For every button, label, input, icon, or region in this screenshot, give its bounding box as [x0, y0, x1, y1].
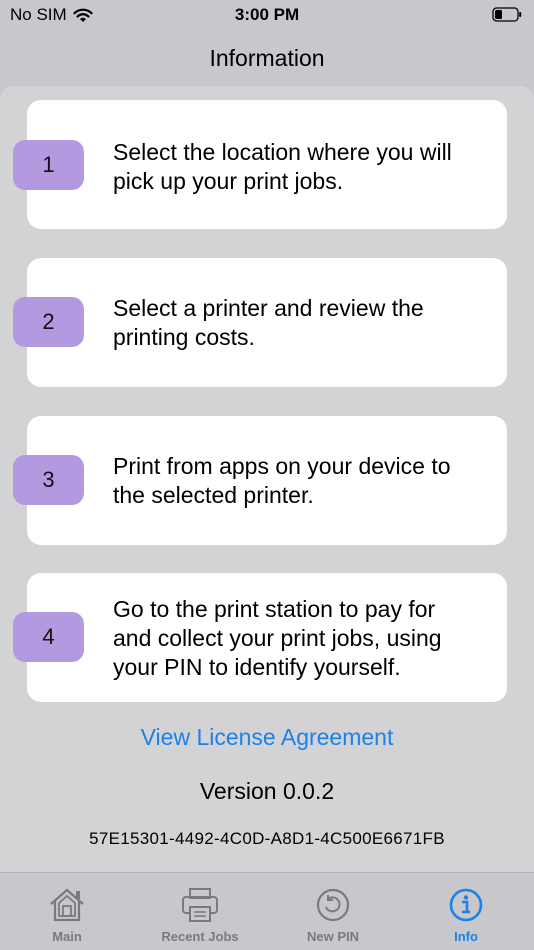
view-license-link[interactable]: View License Agreement: [0, 724, 534, 751]
tab-info-label: Info: [454, 929, 478, 944]
step-4-line-2: and collect your print jobs, using: [113, 625, 442, 651]
house-icon: [50, 888, 84, 922]
info-icon: [449, 888, 483, 922]
step-3-line-1: Print from apps on your device to: [113, 453, 451, 479]
refresh-icon: [316, 888, 350, 922]
step-badge-2: 2: [13, 297, 84, 347]
tab-bar: Main Recent Jobs New PIN Info: [0, 872, 534, 950]
tab-info[interactable]: Info: [426, 873, 506, 950]
tab-new-pin[interactable]: New PIN: [290, 873, 376, 950]
step-1-line-1: Select the location where you will: [113, 139, 452, 165]
tab-new-pin-label: New PIN: [306, 929, 359, 944]
status-bar: No SIM 3:00 PM: [0, 0, 534, 32]
step-badge-4: 4: [13, 612, 84, 662]
page-title: Information: [209, 44, 325, 71]
step-text-4: Go to the print station to pay for and c…: [113, 595, 493, 682]
device-id-label: 57E15301-4492-4C0D-A8D1-4C500E6671FB: [89, 829, 445, 848]
printer-icon: [182, 888, 218, 922]
version-label: Version 0.0.2: [199, 778, 335, 804]
tab-recent-jobs-label: Recent Jobs: [161, 929, 239, 944]
step-1-line-2: pick up your print jobs.: [113, 168, 344, 194]
tab-main[interactable]: Main: [26, 873, 108, 950]
step-text-3: Print from apps on your device to the se…: [113, 452, 493, 510]
status-time: 3:00 PM: [234, 5, 300, 24]
step-badge-3: 3: [13, 455, 84, 505]
step-4-line-1: Go to the print station to pay for: [113, 596, 436, 622]
battery-icon: [492, 7, 522, 22]
step-badge-1: 1: [13, 140, 84, 190]
step-2-line-1: Select a printer and review the: [113, 295, 424, 321]
tab-recent-jobs[interactable]: Recent Jobs: [150, 873, 250, 950]
step-4-line-3: your PIN to identify yourself.: [113, 654, 401, 680]
info-sheet: 1 Select the location where you will pic…: [0, 86, 534, 872]
step-text-2: Select a printer and review the printing…: [113, 294, 493, 352]
tab-main-label: Main: [52, 929, 82, 944]
step-3-line-2: the selected printer.: [113, 482, 314, 508]
step-2-line-2: printing costs.: [113, 324, 255, 350]
nav-bar: Information: [0, 32, 534, 84]
step-text-1: Select the location where you will pick …: [113, 138, 493, 196]
